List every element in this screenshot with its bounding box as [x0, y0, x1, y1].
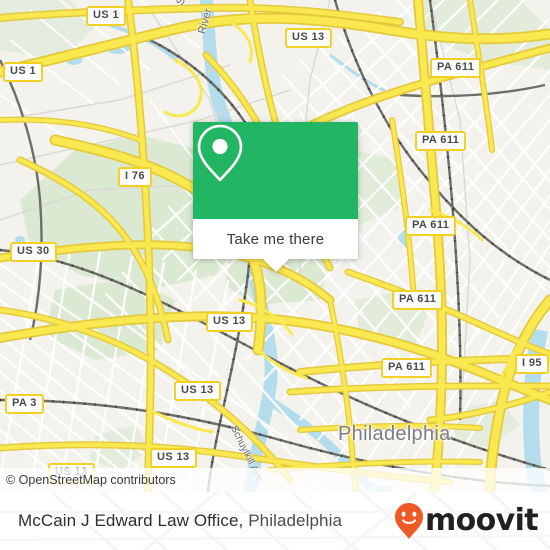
map-attribution-bar: © OpenStreetMap contributors [0, 468, 550, 492]
attribution-text[interactable]: © OpenStreetMap contributors [0, 473, 176, 487]
moovit-wordmark: moovit [424, 503, 539, 538]
moovit-map-screenshot: Schuylkill River Schuylkill Ave Philadel… [0, 0, 550, 550]
popup-pointer [262, 259, 289, 272]
moovit-smiley-pin-icon [394, 503, 423, 539]
location-pin-icon [197, 124, 243, 182]
route-shield-pa-3[interactable]: PA 3 [5, 394, 44, 414]
location-popup-card[interactable]: Take me there [193, 122, 358, 272]
route-shield-us-1[interactable]: US 1 [3, 62, 44, 82]
route-shield-i-95[interactable]: I 95 [515, 354, 549, 374]
place-label-philadelphia: Philadelphia [338, 423, 451, 445]
footer-separator: , [238, 511, 249, 530]
route-shield-pa-611[interactable]: PA 611 [405, 216, 457, 236]
route-shield-pa-611[interactable]: PA 611 [415, 131, 467, 151]
route-shield-us-30[interactable]: US 30 [10, 242, 57, 262]
footer-place-title: McCain J Edward Law Office, Philadelphia [0, 511, 342, 531]
route-shield-pa-611[interactable]: PA 611 [430, 58, 482, 78]
footer-bar: McCain J Edward Law Office, Philadelphia… [0, 492, 550, 550]
moovit-logo[interactable]: moovit [394, 502, 539, 540]
route-shield-us-1[interactable]: US 1 [86, 6, 127, 26]
route-shield-pa-611[interactable]: PA 611 [381, 358, 433, 378]
route-shield-us-13[interactable]: US 13 [285, 28, 332, 48]
route-shield-i-76[interactable]: I 76 [118, 167, 152, 187]
popup-icon-area [193, 122, 358, 219]
take-me-there-button[interactable]: Take me there [193, 219, 358, 259]
take-me-there-label: Take me there [226, 230, 325, 248]
route-shield-pa-611[interactable]: PA 611 [392, 290, 444, 310]
map-canvas[interactable]: Schuylkill River Schuylkill Ave Philadel… [0, 0, 550, 492]
route-shield-us-13[interactable]: US 13 [150, 448, 197, 468]
route-shield-us-13[interactable]: US 13 [174, 381, 221, 401]
route-shield-us-13[interactable]: US 13 [206, 312, 253, 332]
footer-city-name: Philadelphia [248, 511, 343, 530]
footer-place-name: McCain J Edward Law Office [18, 511, 239, 530]
